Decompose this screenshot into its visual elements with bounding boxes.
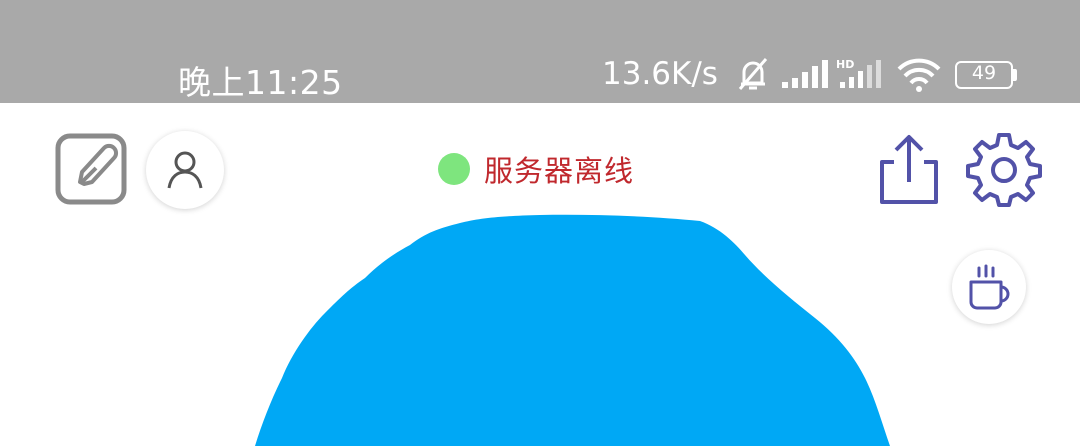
wifi-icon: [897, 58, 941, 92]
settings-gear-icon: [966, 133, 1042, 207]
coffee-button[interactable]: [952, 250, 1026, 324]
battery-level: 49: [971, 62, 997, 84]
server-status-indicator: 服务器离线: [438, 151, 635, 188]
hd-signal-icon: HD: [836, 58, 881, 88]
server-status-text: 服务器离线: [484, 154, 635, 188]
edit-note-icon: [55, 133, 127, 205]
status-bar-time: 晚上11:25: [178, 63, 343, 102]
share-icon: [880, 135, 938, 204]
user-icon: [167, 151, 203, 189]
network-speed: 13.6K/s: [602, 56, 718, 92]
user-button[interactable]: [146, 131, 224, 209]
edit-note-button[interactable]: [54, 132, 130, 206]
bell-muted-icon: [738, 58, 768, 90]
settings-button[interactable]: [966, 131, 1042, 207]
svg-text:HD: HD: [836, 58, 854, 71]
status-dot: [438, 153, 470, 185]
coffee-cup-icon: [969, 264, 1010, 310]
system-status-bar: 晚上11:25 13.6K/s HD 49: [0, 0, 1080, 103]
share-button[interactable]: [876, 132, 942, 208]
signal-icon: [782, 60, 828, 88]
battery-icon: 49: [955, 61, 1017, 89]
